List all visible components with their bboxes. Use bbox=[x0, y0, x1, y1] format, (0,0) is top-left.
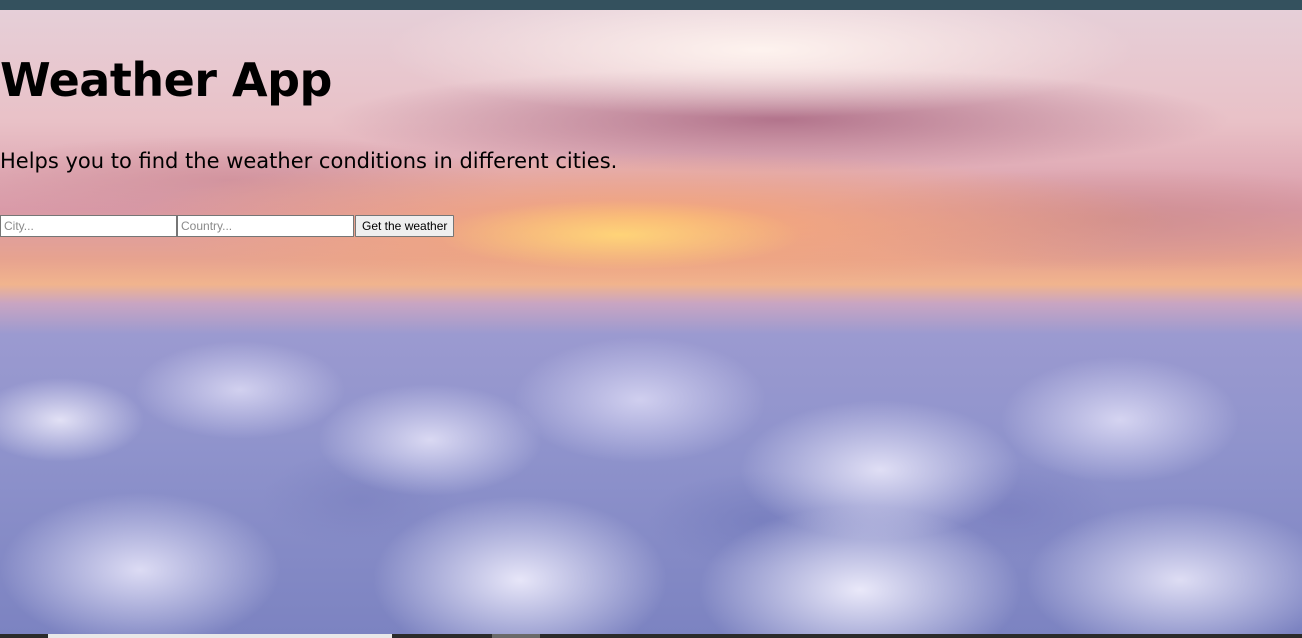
taskbar-segment bbox=[492, 634, 540, 638]
page-title: Weather App bbox=[0, 53, 332, 107]
taskbar-segment bbox=[48, 634, 392, 638]
clouds-background-image bbox=[0, 280, 1302, 634]
country-input[interactable] bbox=[177, 215, 354, 237]
window-top-bar bbox=[0, 0, 1302, 10]
get-weather-button[interactable]: Get the weather bbox=[355, 215, 455, 237]
taskbar-strip bbox=[0, 634, 1302, 638]
weather-app-page: Weather App Helps you to find the weathe… bbox=[0, 10, 1302, 634]
page-subtitle: Helps you to find the weather conditions… bbox=[0, 149, 618, 173]
city-input[interactable] bbox=[0, 215, 177, 237]
weather-search-form: Get the weather bbox=[0, 215, 455, 237]
